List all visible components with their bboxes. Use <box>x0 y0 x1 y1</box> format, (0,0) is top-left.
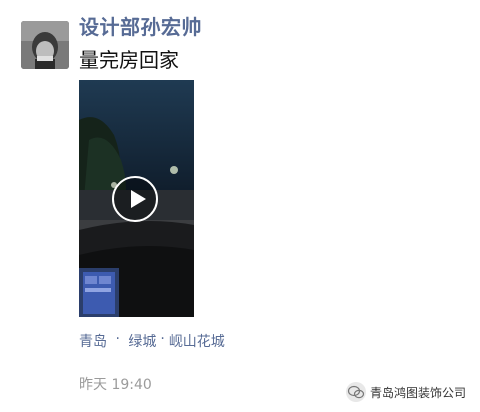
watermark-text: 青岛鸿图装饰公司 <box>369 385 466 400</box>
location-separator: · <box>111 331 125 347</box>
location-link[interactable]: 青岛 · 绿城 · 岘山花城 <box>79 331 225 351</box>
play-button[interactable] <box>112 176 158 222</box>
location-separator: · <box>160 331 165 347</box>
location-city: 青岛 <box>79 334 107 350</box>
avatar[interactable] <box>21 21 69 69</box>
post-time: 昨天 19:40 <box>79 377 152 393</box>
wechat-icon <box>345 382 366 402</box>
location-district: 绿城 <box>128 334 157 350</box>
post-text: 量完房回家 <box>79 48 179 72</box>
play-icon <box>131 190 146 208</box>
username-link[interactable]: 设计部孙宏帅 <box>79 11 202 40</box>
avatar-photo <box>21 21 69 69</box>
watermark: 青岛鸿图装饰公司 <box>345 382 466 402</box>
location-place: 岘山花城 <box>168 334 225 350</box>
